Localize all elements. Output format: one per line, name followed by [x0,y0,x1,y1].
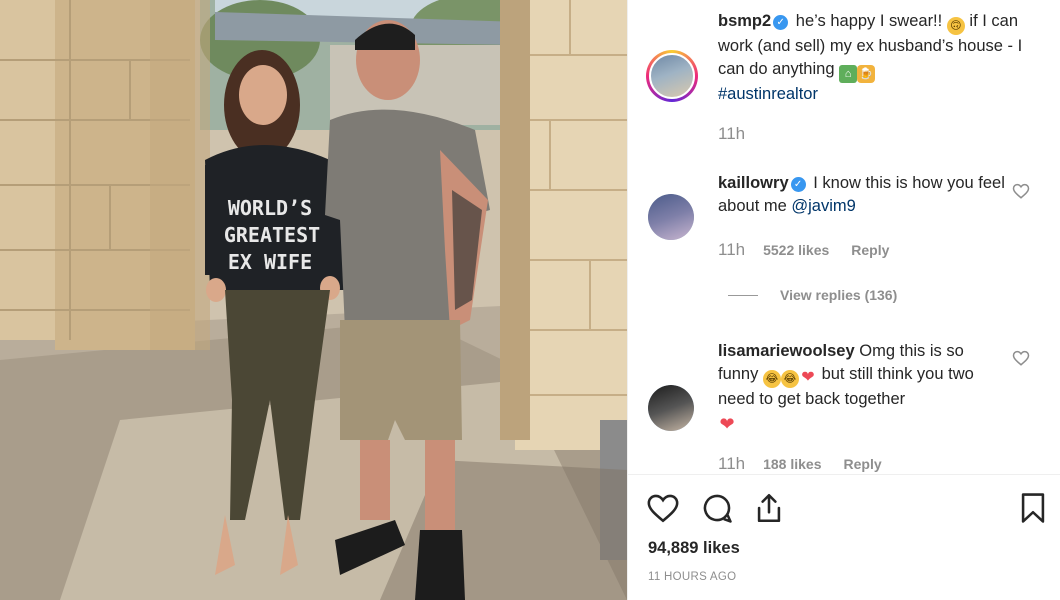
post-photo-illustration: WORLD’S GREATEST EX WIFE [0,0,627,600]
post-actions: 94,889 likes 11 HOURS AGO [628,474,1060,600]
view-replies-button[interactable]: View replies (136) [728,287,897,303]
likes-count[interactable]: 94,889 likes [648,539,740,558]
comment-like-heart-icon[interactable] [1012,349,1030,367]
mention-link[interactable]: @javim9 [791,197,855,215]
heart-icon[interactable] [646,491,680,525]
heart-emoji-icon: ❤ [801,369,815,386]
caption-time[interactable]: 11h [718,124,745,144]
comment-likes[interactable]: 5522 likes [763,242,829,258]
comment-avatar-lisamariewoolsey[interactable] [648,385,694,431]
comment-time[interactable]: 11h [718,240,745,260]
beer-emoji-icon: 🍺 [857,65,876,83]
house-emoji-icon: ⌂ [839,65,858,83]
author-username[interactable]: bsmp2 [718,12,771,30]
comment-meta-kaillowry: 11h 5522 likes Reply [718,240,911,260]
bookmark-icon[interactable] [1016,491,1050,525]
reply-button[interactable]: Reply [844,456,882,472]
view-replies-divider [728,294,758,296]
post-timestamp[interactable]: 11 HOURS AGO [648,571,736,583]
verified-badge-icon: ✓ [790,177,806,192]
tears-of-joy-emoji-icon: 😂 [780,370,799,388]
view-replies-label: View replies (136) [780,287,898,303]
shirt-text-line-2: GREATEST [224,223,320,247]
caption-text-1: he’s happy I swear!! [795,12,943,30]
post-caption: bsmp2 ✓ he’s happy I swear!! 🙃 if I can w… [718,10,1023,106]
post-photo[interactable]: WORLD’S GREATEST EX WIFE [0,0,627,600]
share-icon[interactable] [752,491,786,525]
shirt-text-line-3: EX WIFE [228,250,312,274]
shirt-text-line-1: WORLD’S [228,196,312,220]
comment-icon[interactable] [700,491,734,525]
comment-meta-lisamariewoolsey: 11h 188 likes Reply [718,454,904,474]
post-side-panel: bsmp2 ✓ he’s happy I swear!! 🙃 if I can w… [627,0,1060,600]
tears-of-joy-emoji-icon: 😂 [762,370,781,388]
hashtag-link[interactable]: #austinrealtor [718,85,818,103]
comment-like-heart-icon[interactable] [1012,182,1030,200]
reply-button[interactable]: Reply [851,242,889,258]
comment-avatar-kaillowry[interactable] [648,194,694,240]
red-heart-emoji-icon: ❤ [719,414,735,434]
comment-username[interactable]: kaillowry [718,174,789,192]
comment-lisamariewoolsey: lisamariewoolsey Omg this is so funny 😂 😂… [718,340,1008,434]
comment-username[interactable]: lisamariewoolsey [718,342,855,360]
caption-meta: 11h [718,124,763,144]
comment-likes[interactable]: 188 likes [763,456,821,472]
comment-time[interactable]: 11h [718,454,745,474]
verified-badge-icon: ✓ [773,15,789,30]
upside-down-face-emoji-icon: 🙃 [946,17,965,35]
author-avatar[interactable] [646,50,698,102]
comment-kaillowry: kaillowry ✓ I know this is how you feel a… [718,172,1018,218]
